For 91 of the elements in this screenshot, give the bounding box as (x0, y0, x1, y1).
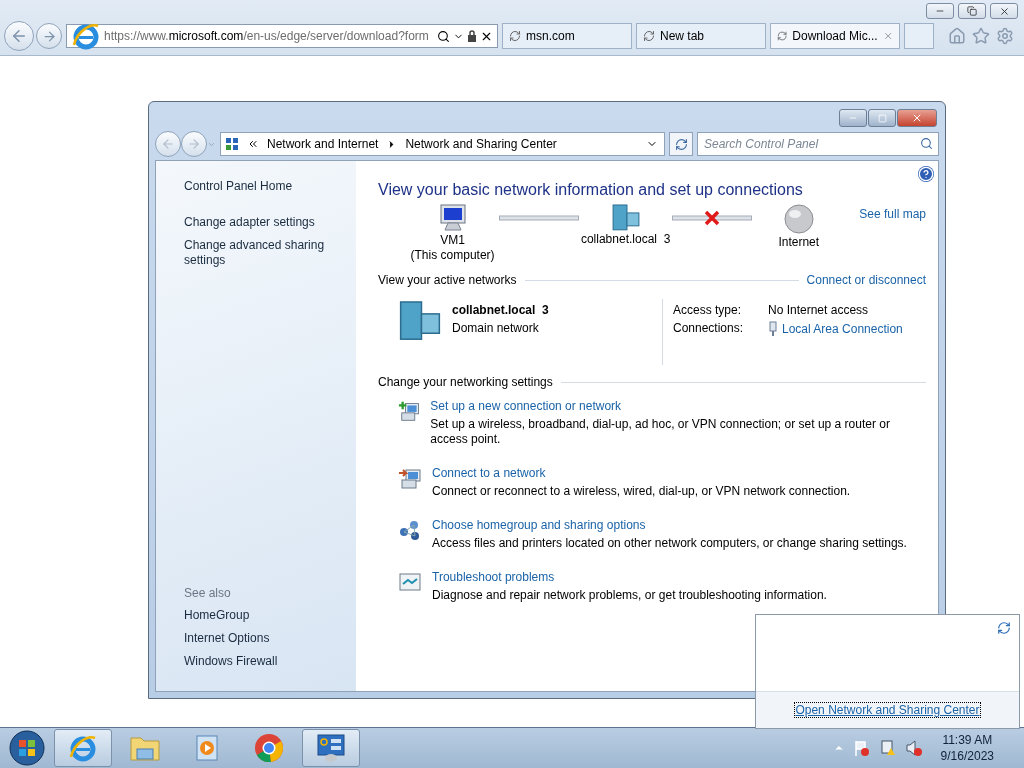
task-description: Access files and printers located on other network computers, or change sharing settings. (432, 536, 907, 551)
clock-time[interactable]: 11:39 AM (942, 732, 993, 748)
page-heading: View your basic network information and set up connections (378, 181, 804, 199)
breadcrumb-item[interactable]: Network and Sharing Center (405, 137, 557, 151)
task-link[interactable]: Troubleshoot problems (432, 570, 827, 584)
refresh-button[interactable] (669, 132, 693, 156)
task-link[interactable]: Set up a new connection or network (430, 399, 926, 413)
node-sublabel: (This computer) (410, 248, 495, 263)
see-also-heading: See also (184, 586, 232, 600)
loading-icon (509, 30, 521, 42)
taskbar-app-button[interactable] (302, 729, 360, 767)
close-button[interactable] (990, 3, 1018, 19)
browser-tab[interactable]: msn.com (502, 23, 632, 49)
volume-muted-icon[interactable] (904, 739, 923, 757)
sidebar-link[interactable]: Change adapter settings (184, 215, 356, 230)
sidebar-link[interactable]: Internet Options (184, 627, 356, 650)
close-button[interactable] (897, 109, 937, 127)
refresh-icon (674, 137, 688, 151)
ie-icon (68, 733, 98, 763)
restore-button[interactable] (958, 3, 986, 19)
home-icon[interactable] (948, 27, 966, 45)
refresh-icon[interactable] (997, 621, 1011, 635)
breadcrumb-bar[interactable]: Network and Internet Network and Sharing Center (220, 132, 665, 156)
browser-tab[interactable]: New tab (636, 23, 766, 49)
settings-icon[interactable] (996, 27, 1014, 45)
close-icon (998, 5, 1010, 17)
task-description: Diagnose and repair network problems, or get troubleshooting information. (432, 588, 827, 603)
lock-icon (467, 30, 477, 42)
taskbar-app-button[interactable] (54, 729, 112, 767)
minimize-button[interactable] (839, 109, 867, 127)
breadcrumb-item[interactable]: Network and Internet (267, 137, 379, 151)
close-tab-icon[interactable] (882, 30, 893, 42)
ie-icon (71, 21, 101, 51)
server-icon (609, 203, 642, 232)
network-name: collabnet.local 3 (452, 303, 549, 317)
task-link[interactable]: Choose homegroup and sharing options (432, 518, 907, 532)
sidebar-link[interactable]: Control Panel Home (184, 179, 356, 194)
clock-date[interactable]: 9/16/2023 (940, 748, 994, 764)
address-bar[interactable]: https://www.microsoft.com/en-us/edge/server/download?form (66, 24, 498, 48)
section-heading: View your active networks (378, 273, 517, 287)
access-type-label: Access type: (673, 303, 743, 317)
see-full-map-link[interactable]: See full map (859, 207, 926, 221)
back-button[interactable] (4, 21, 34, 51)
maximize-icon (877, 113, 887, 123)
forward-button[interactable] (36, 23, 62, 49)
minimize-button[interactable] (926, 3, 954, 19)
task-description: Connect or reconnect to a wireless, wired, dial-up, or VPN network connection. (432, 484, 851, 499)
connect-network-icon (398, 466, 422, 490)
ethernet-icon (768, 321, 778, 337)
new-tab-button[interactable] (904, 23, 934, 49)
sidebar-link[interactable]: Change advanced sharing settings (184, 238, 356, 268)
control-panel-icon (315, 733, 347, 763)
connections-label: Connections: (673, 321, 745, 337)
restore-icon (967, 6, 977, 16)
back-button[interactable] (155, 131, 181, 157)
flag-error-icon[interactable] (852, 739, 871, 757)
search-field[interactable]: Search Control Panel (697, 132, 939, 156)
forward-arrow-icon (187, 137, 201, 151)
start-button[interactable] (9, 730, 45, 766)
troubleshoot-icon (398, 570, 422, 594)
add-network-icon (398, 399, 421, 423)
task-description: Set up a wireless, broadband, dial-up, ad hoc, or VPN connection; or set up a router or access point. (430, 417, 891, 447)
connect-link[interactable]: Connect or disconnect (806, 273, 926, 287)
star-icon[interactable] (972, 27, 990, 45)
sidebar-link[interactable]: HomeGroup (184, 604, 356, 627)
loading-icon (777, 30, 788, 42)
network-warning-icon[interactable] (878, 739, 897, 757)
node-label: VM1 (440, 233, 465, 248)
chrome-icon (254, 733, 284, 763)
network-icon (225, 137, 239, 151)
globe-icon (782, 203, 815, 235)
url-text: https://www.microsoft.com/en-us/edge/server/download?form (104, 29, 430, 43)
forward-button[interactable] (181, 131, 207, 157)
chevrons-icon[interactable] (247, 138, 259, 150)
access-type-value: No Internet access (768, 303, 870, 317)
task-link[interactable]: Connect to a network (432, 466, 851, 480)
node-label: Internet (778, 235, 820, 250)
section-heading: Change your networking settings (378, 375, 553, 389)
loading-icon (643, 30, 655, 42)
maximize-button[interactable] (868, 109, 896, 127)
browser-tab[interactable]: Download Mic... (770, 23, 900, 49)
network-type: Domain network (452, 321, 540, 335)
connection-link[interactable]: Local Area Connection (782, 322, 903, 336)
search-icon[interactable] (437, 29, 450, 43)
node-label: collabnet.local 3 (580, 231, 671, 247)
folder-icon (129, 734, 161, 762)
close-icon (911, 112, 923, 124)
sidebar-link[interactable]: Windows Firewall (184, 650, 356, 673)
help-icon[interactable] (918, 166, 934, 182)
homegroup-icon (398, 518, 422, 542)
media-player-icon (194, 734, 220, 762)
